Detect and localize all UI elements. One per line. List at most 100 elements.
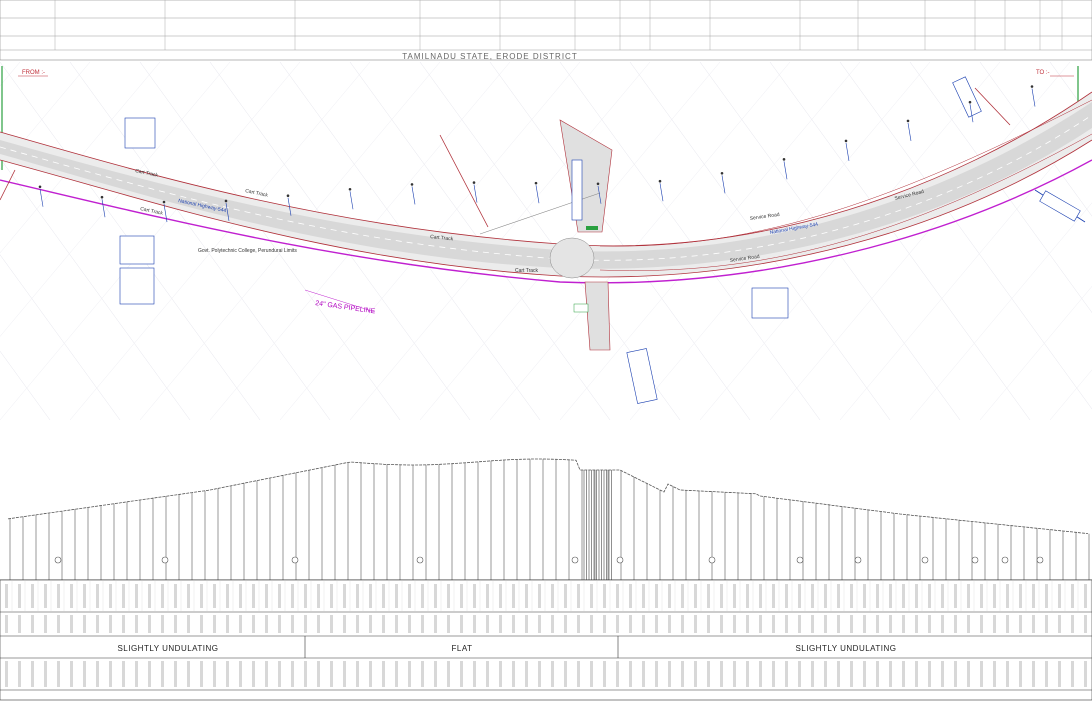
table-value-cell (1006, 661, 1009, 687)
profile-marker (1036, 556, 1044, 564)
alignment-drawing-sheet: TAMILNADU STATE, ERODE DISTRICT FROM :- … (0, 0, 1092, 701)
table-value-cell (694, 661, 697, 687)
table-value-cell (954, 584, 957, 608)
from-label: FROM :- (22, 70, 45, 76)
profile-marker (571, 556, 579, 564)
table-value-cell (902, 661, 905, 687)
table-value-cell (915, 661, 918, 687)
table-value-cell (889, 584, 892, 608)
table-value-cell (96, 584, 99, 608)
table-value-cell (122, 615, 125, 633)
station-point (38, 185, 42, 189)
table-value-cell (70, 584, 73, 608)
table-value-cell (759, 584, 762, 608)
table-value-cell (135, 661, 138, 687)
table-value-cell (915, 584, 918, 608)
table-value-cell (941, 615, 944, 633)
table-value-cell (213, 615, 216, 633)
table-value-cell (18, 584, 21, 608)
table-value-cell (746, 615, 749, 633)
table-value-cell (31, 661, 34, 687)
station-point (844, 139, 848, 143)
table-value-cell (993, 615, 996, 633)
table-value-cell (109, 584, 112, 608)
table-value-cell (31, 615, 34, 633)
table-value-cell (1019, 661, 1022, 687)
station-point (658, 179, 662, 183)
table-value-cell (421, 584, 424, 608)
table-value-cell (590, 615, 593, 633)
table-value-cell (44, 661, 47, 687)
station-point (906, 119, 910, 123)
table-value-cell (642, 584, 645, 608)
table-value-cell (733, 615, 736, 633)
table-value-cell (499, 584, 502, 608)
table-value-cell (785, 615, 788, 633)
table-value-cell (278, 615, 281, 633)
table-value-cell (928, 661, 931, 687)
table-value-cell (187, 661, 190, 687)
table-value-cell (421, 615, 424, 633)
table-value-cell (135, 615, 138, 633)
table-value-cell (954, 661, 957, 687)
table-value-cell (512, 661, 515, 687)
table-value-cell (317, 584, 320, 608)
table-value-cell (967, 584, 970, 608)
table-value-cell (915, 615, 918, 633)
table-value-cell (369, 584, 372, 608)
table-value-cell (382, 615, 385, 633)
table-value-cell (772, 661, 775, 687)
table-value-cell (1045, 615, 1048, 633)
cart-track-label: Cart Track (515, 268, 539, 274)
station-point (596, 182, 600, 186)
table-value-cell (1058, 661, 1061, 687)
table-value-cell (681, 584, 684, 608)
table-value-cell (655, 661, 658, 687)
table-value-cell (434, 584, 437, 608)
table-value-cell (187, 584, 190, 608)
station-point (224, 199, 228, 203)
annotation-box (124, 117, 156, 149)
table-value-cell (252, 661, 255, 687)
table-value-cell (811, 584, 814, 608)
table-value-cell (213, 584, 216, 608)
table-value-cell (902, 584, 905, 608)
table-value-cell (343, 584, 346, 608)
table-value-cell (5, 584, 8, 608)
table-value-cell (252, 615, 255, 633)
table-value-cell (226, 615, 229, 633)
table-value-cell (382, 584, 385, 608)
station-point (720, 171, 724, 175)
table-value-cell (720, 615, 723, 633)
table-value-cell (837, 584, 840, 608)
table-value-cell (330, 615, 333, 633)
table-value-cell (369, 615, 372, 633)
table-value-cell (70, 661, 73, 687)
table-value-cell (148, 661, 151, 687)
table-value-cell (668, 584, 671, 608)
table-value-cell (174, 661, 177, 687)
table-value-cell (811, 615, 814, 633)
table-value-cell (720, 584, 723, 608)
table-value-cell (551, 661, 554, 687)
table-value-cell (356, 615, 359, 633)
table-value-cell (447, 584, 450, 608)
table-value-cell (460, 584, 463, 608)
table-value-cell (590, 584, 593, 608)
table-value-cell (83, 615, 86, 633)
table-value-cell (1006, 615, 1009, 633)
profile-marker (708, 556, 716, 564)
table-value-cell (239, 661, 242, 687)
profile-marker (616, 556, 624, 564)
table-value-cell (1071, 661, 1074, 687)
junction-island (549, 237, 595, 279)
table-value-cell (629, 661, 632, 687)
table-value-cell (291, 615, 294, 633)
table-value-cell (655, 615, 658, 633)
table-value-cell (5, 615, 8, 633)
table-value-cell (772, 615, 775, 633)
table-value-cell (473, 661, 476, 687)
table-value-cell (1006, 584, 1009, 608)
table-value-cell (928, 615, 931, 633)
table-value-cell (785, 661, 788, 687)
